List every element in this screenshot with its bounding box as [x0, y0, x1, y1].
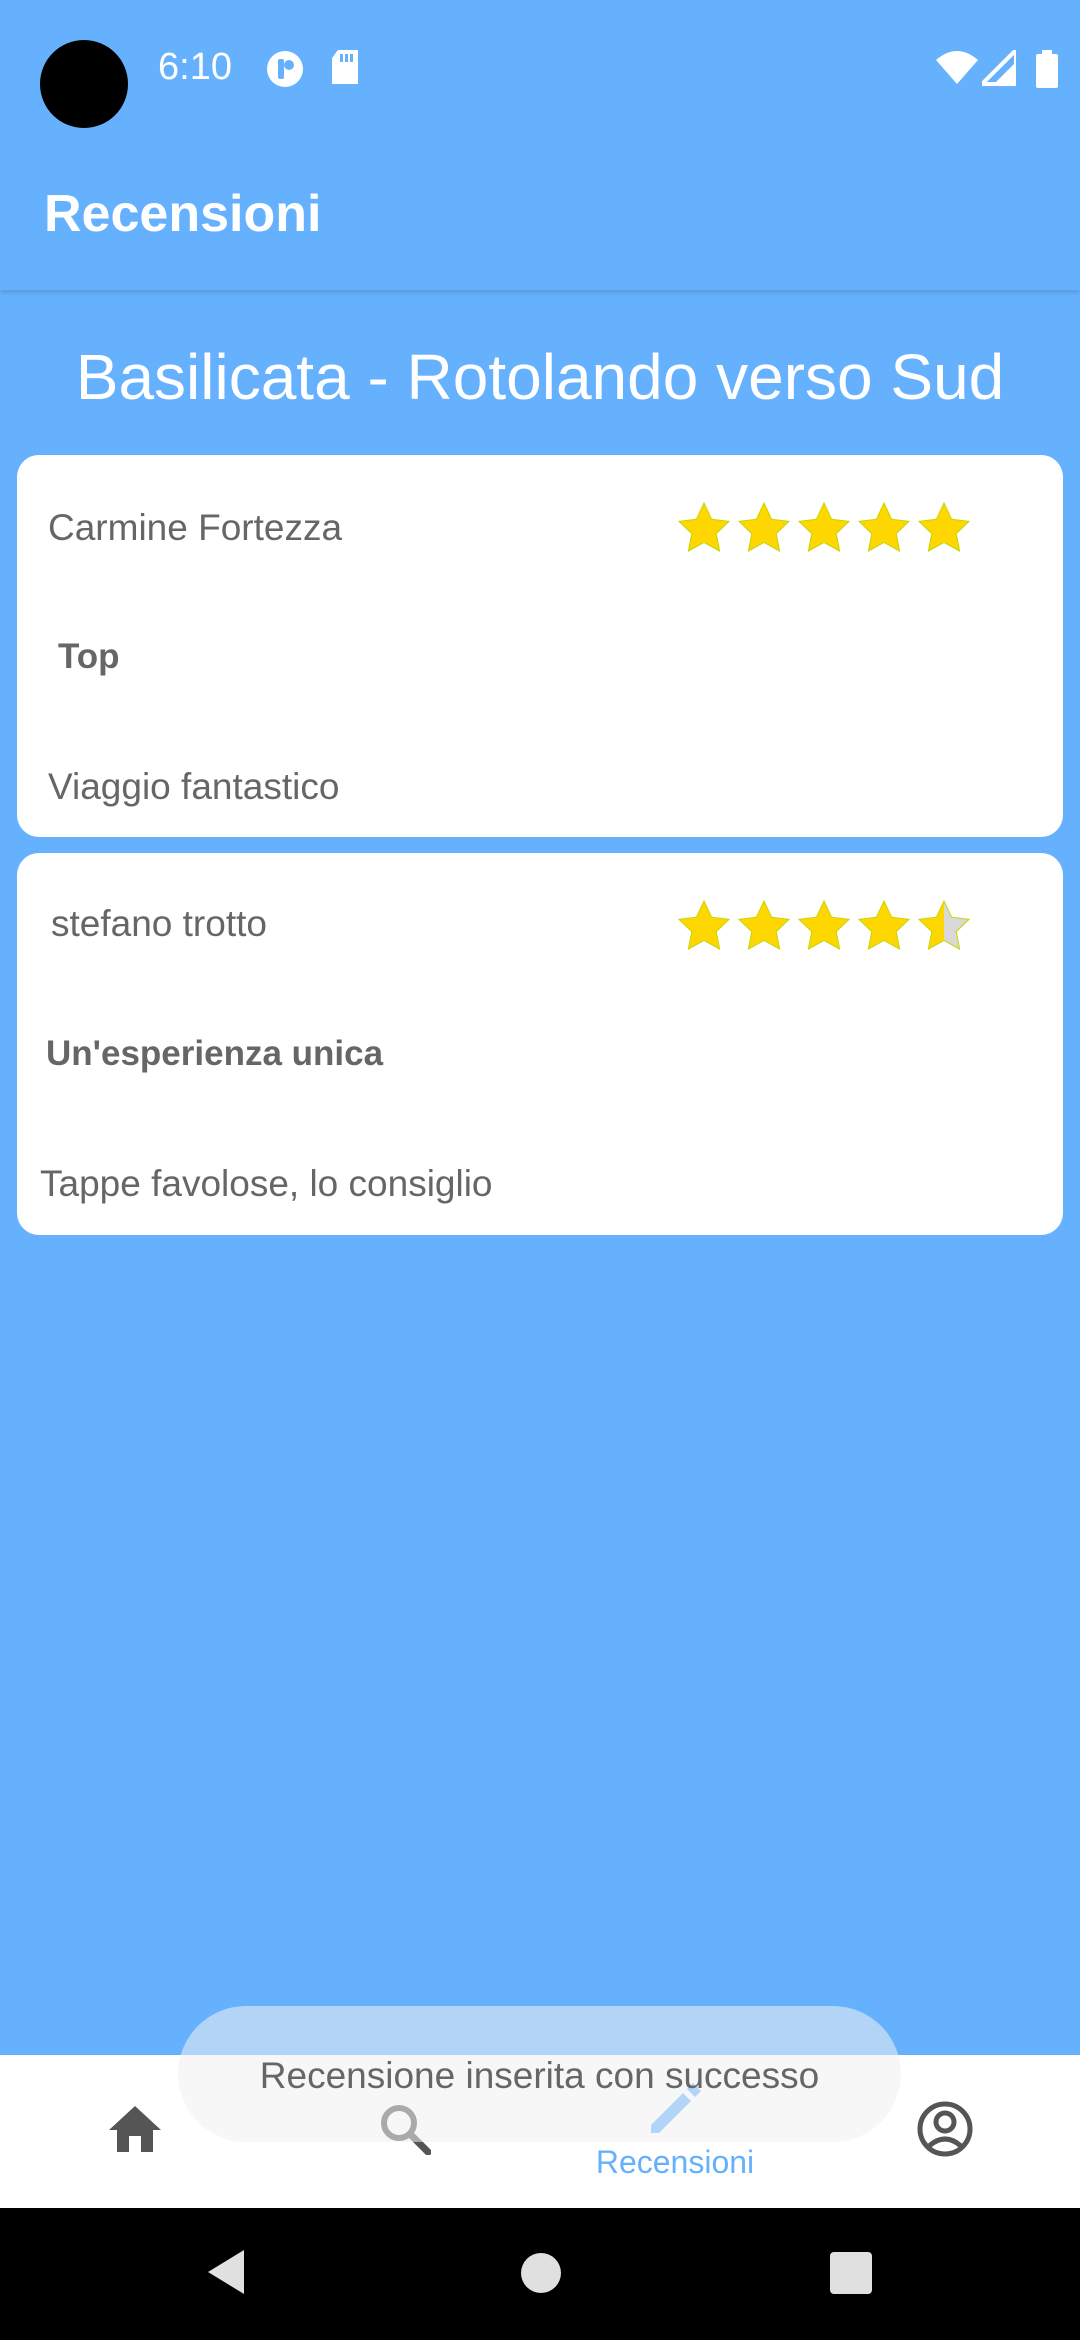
star-icon	[797, 501, 851, 552]
home-button-icon[interactable]	[520, 2252, 562, 2299]
review-body: Viaggio fantastico	[48, 766, 340, 807]
review-card: Carmine Fortezza Top Viaggio fantastico	[17, 455, 1063, 837]
app-icon	[266, 50, 304, 93]
battery-icon	[1036, 50, 1058, 93]
star-icon	[677, 501, 731, 552]
star-icon	[917, 899, 971, 950]
star-icon	[737, 899, 791, 950]
review-title: Un'esperienza unica	[46, 1034, 384, 1073]
star-icon	[917, 501, 971, 552]
star-icon	[677, 899, 731, 950]
review-author: Carmine Fortezza	[48, 507, 343, 548]
camera-cutout	[40, 40, 128, 128]
wifi-icon	[936, 50, 978, 91]
sd-card-icon	[330, 50, 360, 91]
snackbar-message: Recensione inserita con successo	[259, 2055, 820, 2096]
account-icon	[916, 2100, 974, 2163]
nav-label: Recensioni	[595, 2143, 755, 2180]
review-title: Top	[58, 637, 120, 676]
page-title: Recensioni	[44, 185, 322, 243]
rating-stars	[674, 897, 974, 957]
system-navigation-bar	[0, 2208, 1080, 2340]
star-icon	[737, 501, 791, 552]
star-icon	[857, 899, 911, 950]
tour-title: Basilicata - Rotolando verso Sud	[75, 341, 1005, 413]
review-author: stefano trotto	[51, 903, 267, 944]
signal-icon	[977, 45, 1018, 91]
recents-icon[interactable]	[830, 2252, 872, 2299]
snackbar: Recensione inserita con successo	[178, 2006, 901, 2142]
star-icon	[797, 899, 851, 950]
status-bar: 6:10	[0, 0, 1080, 140]
star-icon	[857, 501, 911, 552]
home-icon	[107, 2104, 163, 2159]
review-card: stefano trotto Un'esperienza unica Tappe…	[17, 853, 1063, 1235]
review-body: Tappe favolose, lo consiglio	[40, 1163, 493, 1204]
status-time: 6:10	[158, 46, 232, 88]
back-icon[interactable]	[204, 2248, 248, 2301]
rating-stars	[674, 499, 974, 559]
